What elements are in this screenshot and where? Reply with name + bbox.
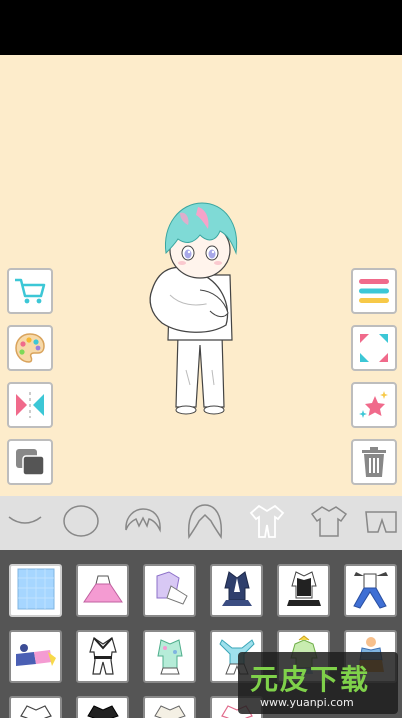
item-tile[interactable] [9, 630, 62, 683]
fullscreen-button[interactable] [351, 325, 397, 371]
item-tile[interactable] [143, 564, 196, 617]
item-tile[interactable] [277, 564, 330, 617]
delete-button[interactable] [351, 439, 397, 485]
navy-suit-icon [216, 568, 258, 614]
layers-icon [13, 446, 47, 478]
pink-skirt-icon [82, 568, 124, 614]
black-vest-icon [283, 568, 325, 614]
flip-icon [13, 390, 47, 420]
status-bar [0, 0, 402, 55]
mouth-icon [5, 511, 45, 535]
character-avatar[interactable] [140, 195, 260, 425]
effects-button[interactable] [351, 382, 397, 428]
character-stage [0, 55, 402, 496]
item-tile[interactable] [143, 696, 196, 718]
face-outline-icon [61, 503, 101, 543]
category-bar [0, 496, 402, 550]
white-shirt-icon [15, 700, 57, 718]
watermark: 元皮下载 www.yuanpi.com [238, 652, 398, 714]
color-palette-button[interactable] [7, 325, 53, 371]
pale-outfit-icon [149, 700, 191, 718]
item-tile[interactable] [210, 564, 263, 617]
expand-icon [357, 331, 391, 365]
category-face[interactable] [50, 496, 112, 550]
palette-icon [13, 331, 47, 365]
item-tile[interactable] [344, 564, 397, 617]
watermark-url: www.yuanpi.com [260, 696, 354, 709]
flip-button[interactable] [7, 382, 53, 428]
category-mouth[interactable] [0, 496, 50, 550]
taekwondo-uniform-icon [82, 634, 124, 680]
layers-button[interactable] [7, 439, 53, 485]
category-bangs[interactable] [112, 496, 174, 550]
menu-icon [357, 276, 391, 306]
category-shirt[interactable] [298, 496, 360, 550]
lavender-outfit-icon [149, 568, 191, 614]
lying-outfit-icon [14, 634, 58, 680]
watermark-title: 元皮下载 [250, 663, 371, 696]
item-tile[interactable] [143, 630, 196, 683]
app-screen: 元皮下载 www.yuanpi.com [0, 0, 402, 718]
item-tile[interactable] [9, 564, 62, 617]
item-tile[interactable] [76, 564, 129, 617]
shirt-icon [309, 503, 349, 543]
category-pants[interactable] [360, 496, 400, 550]
item-tile[interactable] [76, 696, 129, 718]
trash-icon [359, 445, 389, 479]
star-sparkle-icon [357, 388, 391, 422]
shop-button[interactable] [7, 268, 53, 314]
category-hair[interactable] [174, 496, 236, 550]
cart-icon [13, 276, 47, 306]
menu-button[interactable] [351, 268, 397, 314]
category-outfit[interactable] [236, 496, 298, 550]
pose-blue-pants-icon [350, 568, 392, 614]
item-tile[interactable] [76, 630, 129, 683]
hair-icon [185, 501, 225, 545]
bangs-icon [123, 506, 163, 540]
blank-grid-item-icon [15, 566, 57, 615]
black-jacket-icon [82, 700, 124, 718]
item-tile[interactable] [9, 696, 62, 718]
pants-icon [362, 506, 398, 540]
outfit-icon [247, 501, 287, 545]
mint-outfit-icon [149, 634, 191, 680]
